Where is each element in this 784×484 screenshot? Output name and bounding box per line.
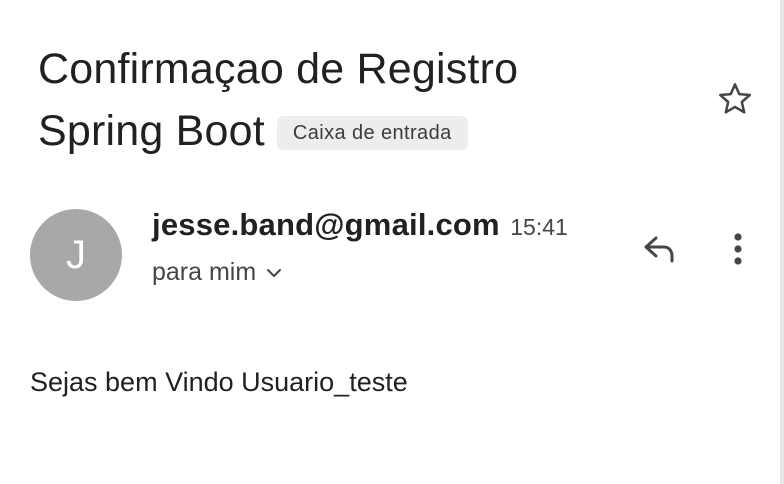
right-edge-divider: [780, 0, 784, 484]
message-body: Sejas bem Vindo Usuario_teste: [30, 367, 408, 397]
more-vertical-icon[interactable]: [718, 226, 758, 272]
avatar-initial: J: [66, 232, 86, 277]
star-icon[interactable]: [714, 78, 756, 120]
email-subject: Confirmaçao de Registro Spring Boot Caix…: [38, 38, 678, 162]
message-time: 15:41: [510, 214, 568, 240]
inbox-label-badge[interactable]: Caixa de entrada: [276, 116, 468, 150]
recipient-label: para mim: [152, 258, 257, 286]
sender-email[interactable]: jesse.band@gmail.com: [152, 207, 500, 242]
subject-line-2: Spring Boot: [38, 107, 265, 155]
subject-line-1: Confirmaçao de Registro: [38, 45, 519, 93]
recipient-toggle[interactable]: para mim: [152, 258, 282, 287]
reply-icon[interactable]: [636, 226, 682, 272]
sender-line: jesse.band@gmail.com 15:41: [152, 207, 568, 243]
subject-line-2-row: Spring Boot Caixa de entrada: [38, 100, 678, 162]
sender-avatar[interactable]: J: [30, 209, 122, 301]
chevron-down-icon: [266, 267, 282, 279]
